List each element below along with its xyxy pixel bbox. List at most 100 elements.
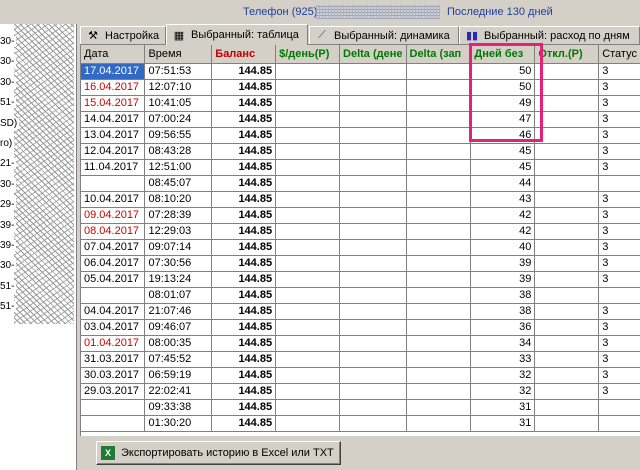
phone-list-item[interactable]: 51- xyxy=(0,280,17,292)
cell-empty[interactable] xyxy=(534,367,600,384)
phone-list-item[interactable]: 21- xyxy=(0,158,17,170)
table-row[interactable]: 06.04.2017 07:30:56 144.85 39 3 xyxy=(81,255,640,272)
cell-empty[interactable] xyxy=(275,271,341,288)
cell-empty[interactable] xyxy=(275,111,341,128)
cell-empty[interactable] xyxy=(406,95,472,112)
col-date[interactable]: Дата xyxy=(81,45,146,64)
cell-empty[interactable] xyxy=(534,255,600,272)
cell-empty[interactable] xyxy=(534,303,600,320)
tab-selected-daily-spend[interactable]: ▮▮ Выбранный: расход по дням xyxy=(459,26,640,44)
cell-days-without[interactable]: 31 xyxy=(470,415,536,432)
cell-time[interactable]: 22:02:41 xyxy=(144,383,213,400)
cell-empty[interactable] xyxy=(275,223,341,240)
cell-time[interactable]: 01:30:20 xyxy=(144,415,213,432)
cell-empty[interactable] xyxy=(275,207,341,224)
table-row[interactable]: 17.04.2017 07:51:53 144.85 50 3 xyxy=(81,63,640,80)
cell-balance[interactable]: 144.85 xyxy=(211,63,277,80)
col-delta-money[interactable]: Delta (дене xyxy=(339,45,407,64)
cell-empty[interactable] xyxy=(339,95,407,112)
cell-date[interactable]: 17.04.2017 xyxy=(81,63,146,80)
cell-date[interactable] xyxy=(81,175,146,192)
table-row[interactable]: 10.04.2017 08:10:20 144.85 43 3 xyxy=(81,191,640,208)
cell-date[interactable]: 29.03.2017 xyxy=(81,383,146,400)
cell-balance[interactable]: 144.85 xyxy=(211,335,277,352)
cell-days-without[interactable]: 50 xyxy=(470,63,536,80)
cell-balance[interactable]: 144.85 xyxy=(211,415,277,432)
cell-status[interactable]: 3 xyxy=(598,223,640,240)
cell-time[interactable]: 09:46:07 xyxy=(144,319,213,336)
col-deviation[interactable]: Откл.(Р) xyxy=(534,45,600,64)
cell-empty[interactable] xyxy=(534,383,600,400)
cell-empty[interactable] xyxy=(406,175,472,192)
cell-empty[interactable] xyxy=(406,287,472,304)
tab-selected-dynamics[interactable]: ⟋ Выбранный: динамика xyxy=(309,26,459,44)
cell-empty[interactable] xyxy=(406,415,472,432)
cell-empty[interactable] xyxy=(275,95,341,112)
cell-balance[interactable]: 144.85 xyxy=(211,319,277,336)
col-status[interactable]: Статус xyxy=(598,45,640,64)
col-balance[interactable]: Баланс xyxy=(211,45,277,64)
cell-empty[interactable] xyxy=(534,175,600,192)
cell-time[interactable]: 08:43:28 xyxy=(144,143,213,160)
table-row[interactable]: 01:30:20 144.85 31 xyxy=(81,415,640,432)
cell-empty[interactable] xyxy=(339,303,407,320)
phone-list-item[interactable]: 30- xyxy=(0,178,17,190)
cell-empty[interactable] xyxy=(275,175,341,192)
cell-days-without[interactable]: 34 xyxy=(470,335,536,352)
table-row[interactable]: 05.04.2017 19:13:24 144.85 39 3 xyxy=(81,271,640,288)
cell-empty[interactable] xyxy=(339,383,407,400)
cell-empty[interactable] xyxy=(339,79,407,96)
cell-empty[interactable] xyxy=(534,319,600,336)
cell-balance[interactable]: 144.85 xyxy=(211,287,277,304)
cell-empty[interactable] xyxy=(534,191,600,208)
cell-empty[interactable] xyxy=(534,127,600,144)
table-row[interactable]: 15.04.2017 10:41:05 144.85 49 3 xyxy=(81,95,640,112)
cell-time[interactable]: 08:01:07 xyxy=(144,287,213,304)
cell-empty[interactable] xyxy=(406,399,472,416)
cell-time[interactable]: 09:07:14 xyxy=(144,239,213,256)
cell-date[interactable]: 15.04.2017 xyxy=(81,95,146,112)
cell-empty[interactable] xyxy=(339,111,407,128)
cell-date[interactable]: 07.04.2017 xyxy=(81,239,146,256)
cell-empty[interactable] xyxy=(275,287,341,304)
cell-empty[interactable] xyxy=(339,143,407,160)
cell-status[interactable]: 3 xyxy=(598,207,640,224)
cell-status[interactable]: 3 xyxy=(598,95,640,112)
cell-empty[interactable] xyxy=(339,191,407,208)
cell-days-without[interactable]: 49 xyxy=(470,95,536,112)
cell-date[interactable]: 08.04.2017 xyxy=(81,223,146,240)
cell-time[interactable]: 12:29:03 xyxy=(144,223,213,240)
cell-empty[interactable] xyxy=(406,255,472,272)
phone-list-item[interactable]: ro) xyxy=(0,138,15,149)
cell-status[interactable] xyxy=(598,287,640,304)
cell-empty[interactable] xyxy=(339,335,407,352)
phone-list-panel[interactable]: 30- 30- 30- 51- SD) ro) 21- 30- 29- 39- 39- 30- 51- 5… xyxy=(0,24,77,470)
phone-list-item[interactable]: 39- xyxy=(0,240,17,251)
cell-empty[interactable] xyxy=(534,335,600,352)
cell-empty[interactable] xyxy=(534,415,600,432)
cell-time[interactable]: 09:33:38 xyxy=(144,399,213,416)
cell-balance[interactable]: 144.85 xyxy=(211,79,277,96)
cell-empty[interactable] xyxy=(339,415,407,432)
table-row[interactable]: 03.04.2017 09:46:07 144.85 36 3 xyxy=(81,319,640,336)
cell-date[interactable]: 09.04.2017 xyxy=(81,207,146,224)
cell-days-without[interactable]: 45 xyxy=(470,159,536,176)
cell-days-without[interactable]: 39 xyxy=(470,255,536,272)
cell-status[interactable]: 3 xyxy=(598,255,640,272)
cell-days-without[interactable]: 40 xyxy=(470,239,536,256)
phone-list-item[interactable]: 29- xyxy=(0,199,17,211)
cell-status[interactable]: 3 xyxy=(598,191,640,208)
cell-empty[interactable] xyxy=(275,383,341,400)
cell-time[interactable]: 07:28:39 xyxy=(144,207,213,224)
cell-status[interactable]: 3 xyxy=(598,239,640,256)
cell-balance[interactable]: 144.85 xyxy=(211,159,277,176)
cell-date[interactable]: 12.04.2017 xyxy=(81,143,146,160)
phone-list-item[interactable]: 30- xyxy=(0,36,17,47)
cell-balance[interactable]: 144.85 xyxy=(211,175,277,192)
cell-empty[interactable] xyxy=(339,351,407,368)
cell-date[interactable] xyxy=(81,399,146,416)
cell-status[interactable]: 3 xyxy=(598,319,640,336)
table-row[interactable]: 04.04.2017 21:07:46 144.85 38 3 xyxy=(81,303,640,320)
cell-time[interactable]: 07:30:56 xyxy=(144,255,213,272)
cell-empty[interactable] xyxy=(339,223,407,240)
